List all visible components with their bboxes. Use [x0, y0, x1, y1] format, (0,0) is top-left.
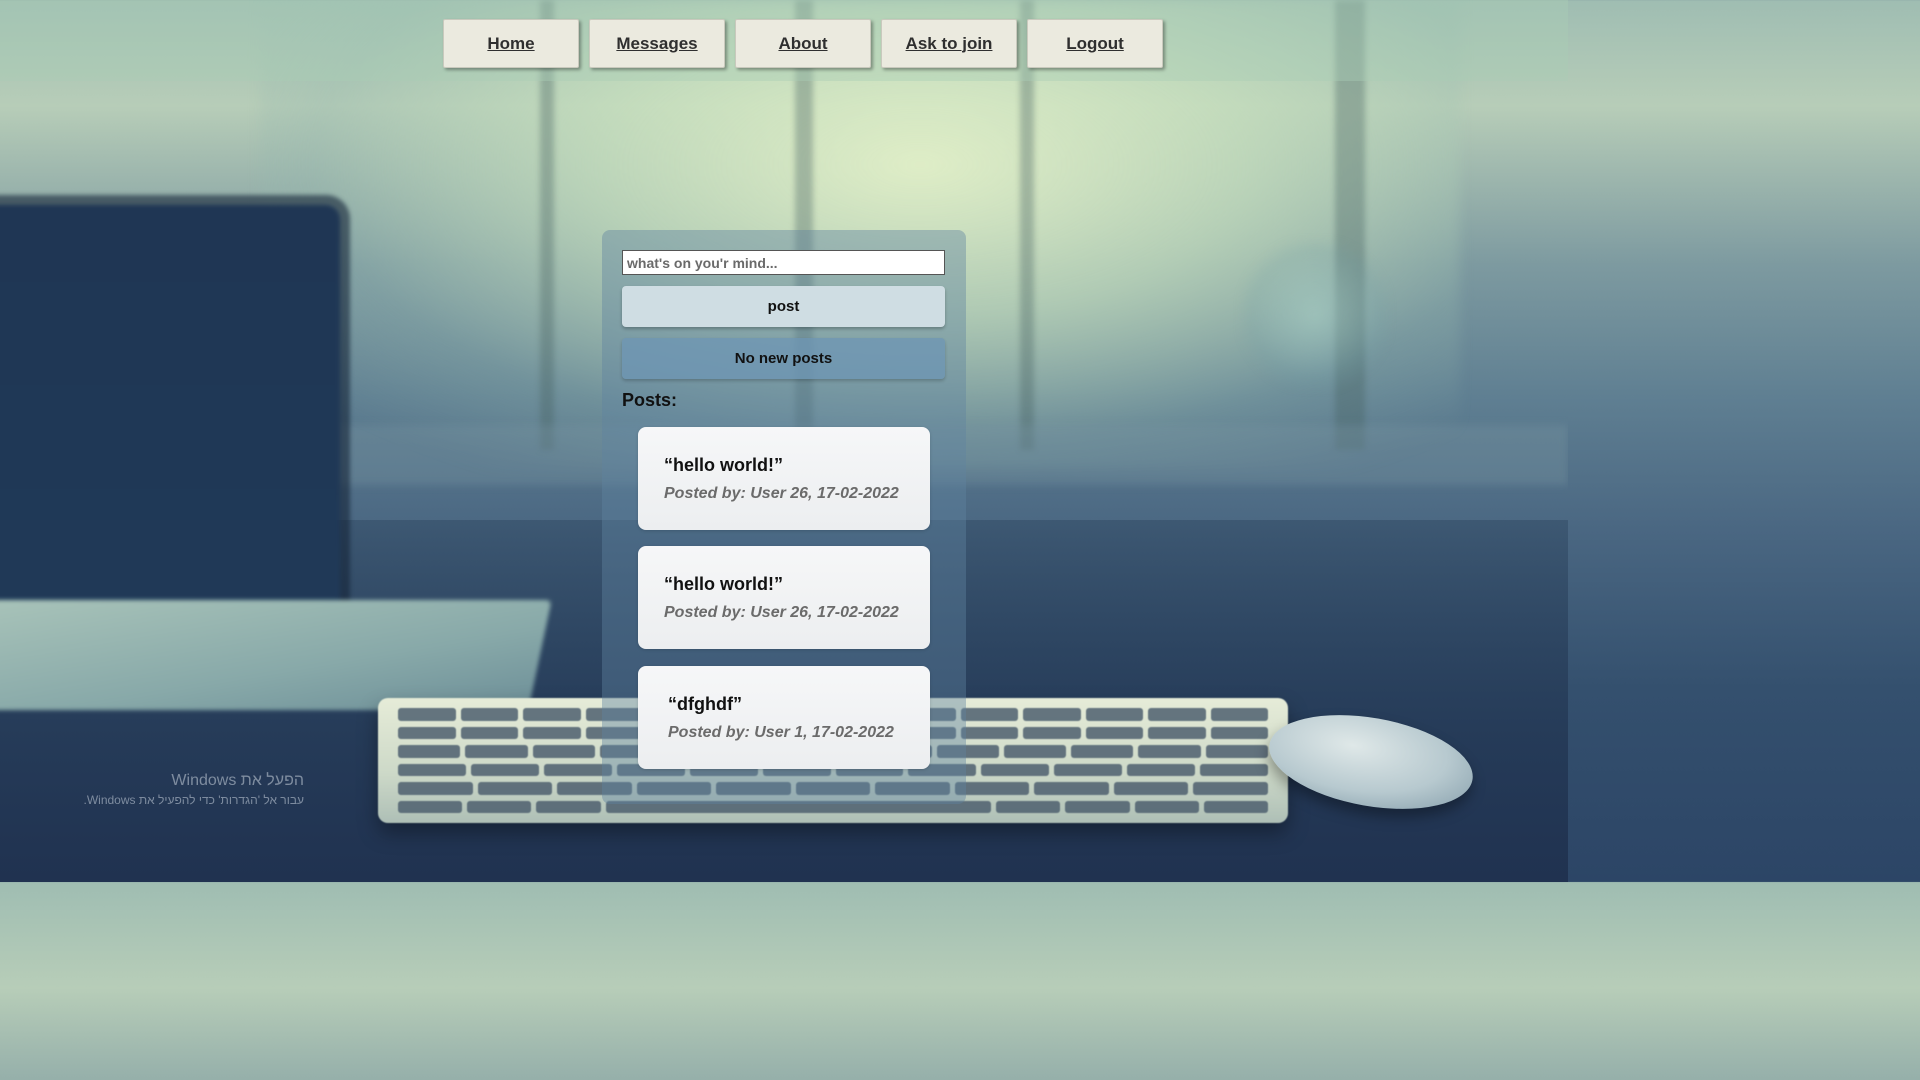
post-button[interactable]: post — [622, 286, 945, 327]
laptop-screen-image — [0, 205, 340, 625]
post-text: “hello world!” — [664, 455, 783, 475]
nav-home-button[interactable]: Home — [443, 19, 579, 68]
post-meta: Posted by: User 26, 17-02-2022 — [664, 604, 899, 621]
post-meta: Posted by: User 1, 17-02-2022 — [668, 724, 894, 741]
nav-button-group: Home Messages About Ask to join Logout — [443, 19, 1163, 68]
posts-heading: Posts: — [622, 390, 678, 410]
post-text-input[interactable] — [622, 250, 945, 275]
nav-ask-to-join-button[interactable]: Ask to join — [881, 19, 1017, 68]
top-navbar: Home Messages About Ask to join Logout — [0, 0, 1568, 81]
post-card: “dfghdf” Posted by: User 1, 17-02-2022 — [638, 666, 930, 769]
post-meta: Posted by: User 26, 17-02-2022 — [664, 485, 899, 502]
post-card: “hello world!” Posted by: User 26, 17-02… — [638, 546, 930, 649]
post-text: “hello world!” — [664, 574, 783, 594]
no-new-posts-banner: No new posts — [622, 338, 945, 379]
background-glass — [1240, 240, 1390, 390]
nav-logout-button[interactable]: Logout — [1027, 19, 1163, 68]
post-text: “dfghdf” — [668, 694, 742, 714]
post-card: “hello world!” Posted by: User 26, 17-02… — [638, 427, 930, 530]
watermark-title: הפעל את Windows — [171, 772, 304, 789]
feed-panel: post No new posts Posts: “hello world!” … — [602, 230, 966, 804]
watermark-subtitle: עבור אל 'הגדרות' כדי להפעיל את Windows. — [83, 793, 305, 807]
laptop-base-image — [0, 600, 552, 710]
nav-messages-button[interactable]: Messages — [589, 19, 725, 68]
windows-activation-watermark: הפעל את Windows עבור אל 'הגדרות' כדי להפ… — [84, 772, 305, 807]
nav-about-button[interactable]: About — [735, 19, 871, 68]
